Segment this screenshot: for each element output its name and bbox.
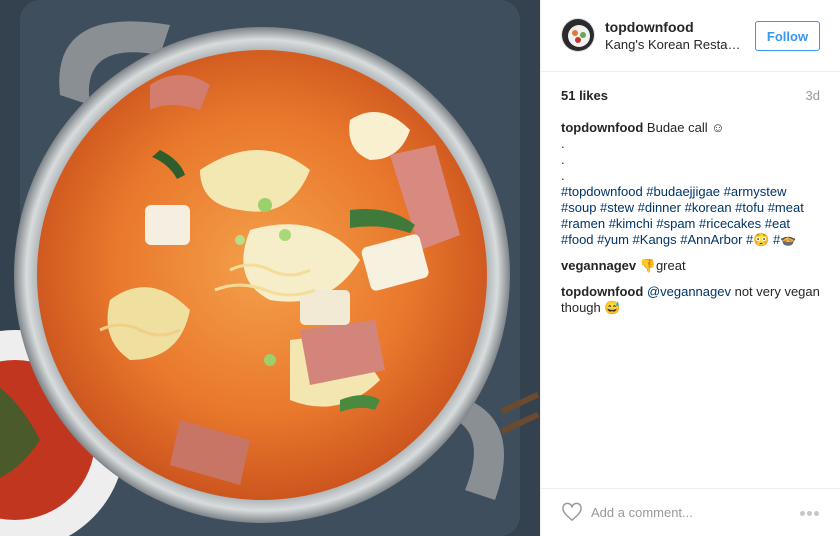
comments-section: topdownfood Budae call ☺ . . . #topdownf… xyxy=(561,120,823,326)
comment-item: topdownfood @vegannagev not very vegan t… xyxy=(561,284,823,316)
caption-dot: . xyxy=(561,168,565,183)
ellipsis-dot xyxy=(814,511,819,516)
caption-username[interactable]: topdownfood xyxy=(561,120,643,135)
likes-count[interactable]: 51 likes xyxy=(561,88,608,103)
ellipsis-dot xyxy=(807,511,812,516)
post-photo[interactable] xyxy=(0,0,540,536)
ellipsis-icon[interactable] xyxy=(799,503,823,519)
add-comment-input[interactable] xyxy=(591,501,781,523)
avatar-image xyxy=(562,19,594,51)
post-username[interactable]: topdownfood xyxy=(605,19,694,35)
post-age[interactable]: 3d xyxy=(806,88,820,103)
avatar[interactable] xyxy=(561,18,595,52)
stew-photo xyxy=(0,0,540,536)
follow-button[interactable]: Follow xyxy=(755,21,820,51)
comment-mention[interactable]: @vegannagev xyxy=(647,284,731,299)
comment-item: vegannagev 👎great xyxy=(561,258,823,274)
post-location[interactable]: Kang's Korean Restaurant xyxy=(605,37,745,52)
caption-dot: . xyxy=(561,136,565,151)
caption: topdownfood Budae call ☺ . . . #topdownf… xyxy=(561,120,823,248)
comment-username[interactable]: topdownfood xyxy=(561,284,643,299)
post-side-panel: topdownfood Kang's Korean Restaurant Fol… xyxy=(540,0,840,536)
comment-username[interactable]: vegannagev xyxy=(561,258,636,273)
post-header: topdownfood Kang's Korean Restaurant Fol… xyxy=(541,0,840,72)
ellipsis-dot xyxy=(800,511,805,516)
heart-outline-icon[interactable] xyxy=(561,502,583,522)
comment-text: 👎great xyxy=(636,258,686,273)
add-comment-bar xyxy=(541,488,840,536)
caption-hashtags[interactable]: #topdownfood #budaejjigae #armystew #sou… xyxy=(561,184,823,248)
caption-dot: . xyxy=(561,152,565,167)
caption-text: Budae call ☺ xyxy=(643,120,725,135)
